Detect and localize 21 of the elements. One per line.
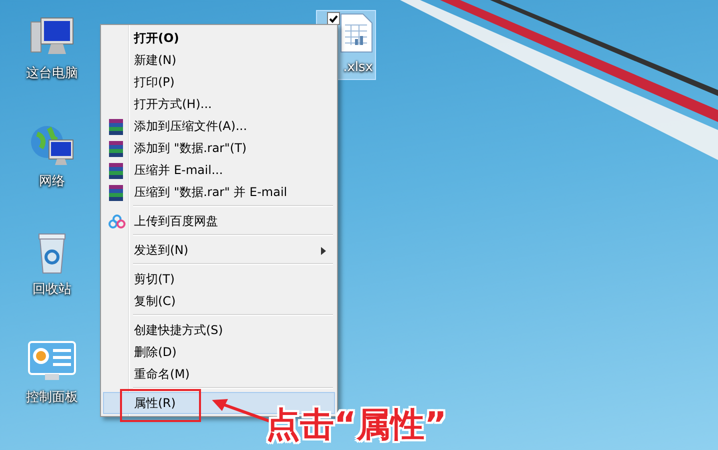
menu-item[interactable]: 压缩到 "数据.rar" 并 E-mail — [103, 181, 335, 203]
menu-item[interactable]: 打开方式(H)... — [103, 93, 335, 115]
checkbox[interactable] — [327, 12, 340, 25]
menu-item[interactable]: 添加到 "数据.rar"(T) — [103, 137, 335, 159]
books-icon — [108, 162, 124, 180]
books-icon — [108, 184, 124, 202]
menu-item[interactable]: 复制(C) — [103, 290, 335, 312]
spreadsheet-icon — [339, 13, 373, 53]
file-label: .xlsx — [343, 60, 373, 75]
menu-item[interactable]: 添加到压缩文件(A)... — [103, 115, 335, 137]
menu-item[interactable]: 创建快捷方式(S) — [103, 319, 335, 341]
cloud-icon — [108, 213, 126, 231]
menu-item[interactable]: 压缩并 E-mail... — [103, 159, 335, 181]
submenu-arrow-icon — [321, 247, 326, 255]
books-icon — [108, 118, 124, 136]
menu-item[interactable]: 上传到百度网盘 — [103, 210, 335, 232]
menu-item[interactable]: 发送到(N) — [103, 239, 335, 261]
books-icon — [108, 140, 124, 158]
menu-item[interactable]: 删除(D) — [103, 341, 335, 363]
menu-item[interactable]: 重命名(M) — [103, 363, 335, 385]
menu-item[interactable]: 剪切(T) — [103, 268, 335, 290]
